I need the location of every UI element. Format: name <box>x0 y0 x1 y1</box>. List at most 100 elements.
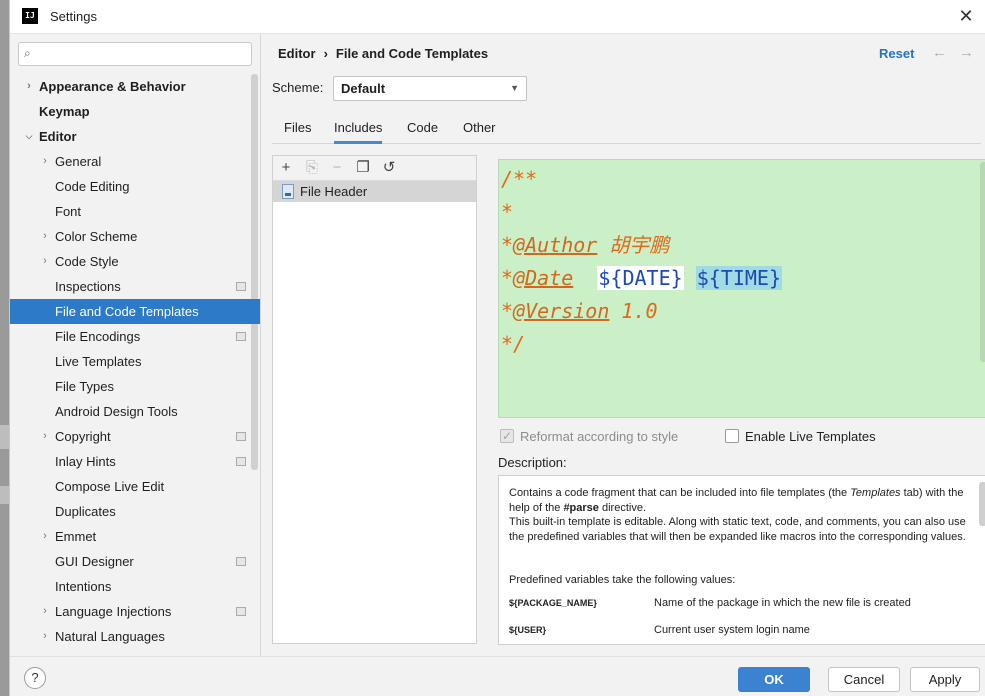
sidebar-item-gui-designer[interactable]: GUI Designer <box>10 549 260 574</box>
project-scope-icon <box>236 457 246 466</box>
sidebar-item-file-and-code-templates[interactable]: File and Code Templates <box>10 299 260 324</box>
chevron-right-icon[interactable]: › <box>39 224 51 249</box>
sidebar-item-label: Appearance & Behavior <box>39 79 186 94</box>
sidebar-item-file-types[interactable]: File Types <box>10 374 260 399</box>
author-tag: @Author <box>513 233 598 257</box>
description-scrollbar[interactable] <box>979 482 985 526</box>
ok-button[interactable]: OK <box>738 667 810 692</box>
sidebar-item-label: File Types <box>55 379 115 394</box>
list-item[interactable]: File Header <box>273 181 476 202</box>
chevron-right-icon[interactable]: › <box>39 424 51 449</box>
code-line: *@Version 1.0 <box>501 298 658 324</box>
tab-includes[interactable]: Includes <box>334 120 383 144</box>
sidebar-item-label: Live Templates <box>55 354 142 369</box>
template-editor[interactable]: /** * *@Author 胡宇鹏 *@Date ${DATE} ${TIME… <box>498 159 985 418</box>
sidebar-item-keymap[interactable]: Keymap <box>10 99 260 124</box>
breadcrumb-parent[interactable]: Editor <box>278 46 316 61</box>
sidebar-item-duplicates[interactable]: Duplicates <box>10 499 260 524</box>
sidebar-item-label: Code Style <box>55 254 119 269</box>
sidebar-item-general[interactable]: › General <box>10 149 260 174</box>
sidebar-item-label: Duplicates <box>55 504 116 519</box>
code-line: */ <box>501 332 526 356</box>
tab-files[interactable]: Files <box>284 120 311 135</box>
template-tabs: Files Includes Code Other <box>272 114 981 144</box>
tab-code[interactable]: Code <box>407 120 438 135</box>
live-templates-label: Enable Live Templates <box>745 429 876 444</box>
reset-link[interactable]: Reset <box>879 46 914 61</box>
search-field[interactable]: ⌕ <box>18 42 252 66</box>
editor-scrollbar[interactable] <box>980 162 985 362</box>
intellij-logo-icon: IJ <box>22 8 38 24</box>
sidebar-item-label: Inspections <box>55 279 121 294</box>
chevron-right-icon[interactable]: › <box>39 599 51 624</box>
chevron-right-icon[interactable]: › <box>39 624 51 649</box>
sidebar-item-font[interactable]: Font <box>10 199 260 224</box>
version-value: 1.0 <box>609 299 658 323</box>
chevron-right-icon[interactable]: › <box>39 249 51 274</box>
settings-dialog: IJ Settings ✕ ⌕ › Appearance & Behavior … <box>9 0 985 696</box>
background-strip <box>0 486 9 504</box>
title-bar: IJ Settings ✕ <box>10 0 985 34</box>
checkbox-icon[interactable] <box>725 429 739 443</box>
scheme-dropdown[interactable]: Default ▼ <box>333 76 527 101</box>
file-template-icon <box>282 184 294 199</box>
template-list-panel: + ⎘ − ❐ ↺ File Header <box>272 155 477 644</box>
sidebar-item-live-templates[interactable]: Live Templates <box>10 349 260 374</box>
sidebar-item-label: Font <box>55 204 82 219</box>
sidebar-item-label: Inlay Hints <box>55 454 116 469</box>
sidebar-item-appearance-behavior[interactable]: › Appearance & Behavior <box>10 74 260 99</box>
list-toolbar: + ⎘ − ❐ ↺ <box>273 156 476 181</box>
sidebar-item-code-style[interactable]: › Code Style <box>10 249 260 274</box>
apply-button[interactable]: Apply <box>910 667 980 692</box>
checkbox-icon[interactable] <box>500 427 514 445</box>
dialog-footer: ? OK Cancel Apply <box>10 656 985 696</box>
description-box[interactable]: Contains a code fragment that can be inc… <box>498 475 985 645</box>
sidebar-item-editor[interactable]: ⌵ Editor <box>10 124 260 149</box>
background-strip <box>0 425 9 449</box>
code-line: /** <box>501 167 538 191</box>
remove-icon[interactable]: − <box>328 159 346 177</box>
sidebar-item-inlay-hints[interactable]: Inlay Hints <box>10 449 260 474</box>
variable-description: Name of the package in which the new fil… <box>654 597 911 609</box>
help-button[interactable]: ? <box>24 667 46 689</box>
chevron-down-icon[interactable]: ⌵ <box>23 124 35 149</box>
sidebar-item-label: Keymap <box>39 104 90 119</box>
reset-icon[interactable]: ↺ <box>380 159 398 177</box>
breadcrumb-separator-icon: › <box>323 46 328 61</box>
sidebar-item-inspections[interactable]: Inspections <box>10 274 260 299</box>
sidebar-item-label: Language Injections <box>55 604 172 619</box>
sidebar-item-label: Editor <box>39 129 77 144</box>
cancel-button[interactable]: Cancel <box>828 667 900 692</box>
add-icon[interactable]: + <box>277 159 295 177</box>
sidebar-item-emmet[interactable]: › Emmet <box>10 524 260 549</box>
sidebar-item-intentions[interactable]: Intentions <box>10 574 260 599</box>
window-title: Settings <box>50 9 97 24</box>
copy-icon[interactable]: ❐ <box>354 159 372 177</box>
sidebar-item-label: Compose Live Edit <box>55 479 165 494</box>
sidebar-item-language-injections[interactable]: › Language Injections <box>10 599 260 624</box>
search-input[interactable] <box>41 45 246 63</box>
version-tag: @Version <box>513 299 610 323</box>
sidebar-item-file-encodings[interactable]: File Encodings <box>10 324 260 349</box>
chevron-right-icon[interactable]: › <box>23 74 35 99</box>
project-scope-icon <box>236 332 246 341</box>
sidebar-item-natural-languages[interactable]: › Natural Languages <box>10 624 260 649</box>
arrow-right-icon[interactable]: → <box>959 44 974 61</box>
project-scope-icon <box>236 557 246 566</box>
sidebar-item-label: Copyright <box>55 429 111 444</box>
sidebar-item-compose-live-edit[interactable]: Compose Live Edit <box>10 474 260 499</box>
chevron-right-icon[interactable]: › <box>39 524 51 549</box>
date-tag: @Date <box>513 266 574 290</box>
sidebar-item-android-design-tools[interactable]: Android Design Tools <box>10 399 260 424</box>
sidebar-item-color-scheme[interactable]: › Color Scheme <box>10 224 260 249</box>
chevron-right-icon[interactable]: › <box>39 149 51 174</box>
arrow-left-icon[interactable]: ← <box>932 44 947 61</box>
tab-other[interactable]: Other <box>463 120 496 135</box>
create-child-icon[interactable]: ⎘ <box>303 159 321 177</box>
sidebar-item-label: File and Code Templates <box>55 304 199 319</box>
sidebar-item-code-editing[interactable]: Code Editing <box>10 174 260 199</box>
author-value: 胡宇鹏 <box>597 233 670 257</box>
close-icon[interactable]: ✕ <box>956 6 976 26</box>
sidebar-item-copyright[interactable]: › Copyright <box>10 424 260 449</box>
date-variable: ${DATE} <box>597 266 684 290</box>
